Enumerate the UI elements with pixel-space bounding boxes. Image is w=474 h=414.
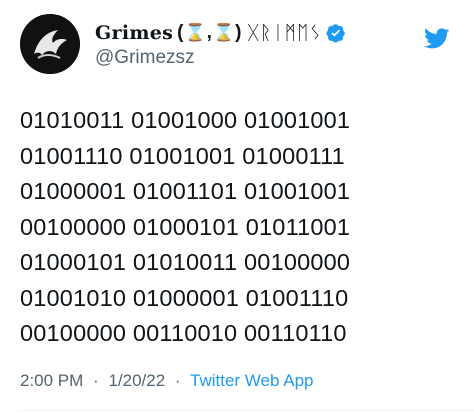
name-close-paren: ): [235, 22, 242, 43]
tweet-time[interactable]: 2:00 PM: [20, 371, 83, 390]
tweet-text: 01010011 01001000 01001001 01001110 0100…: [20, 103, 460, 352]
avatar[interactable]: [20, 14, 80, 74]
tweet-meta: 2:00 PM · 1/20/22 · Twitter Web App: [20, 371, 313, 391]
tweet-line: 00100000 00110010 00110110: [20, 320, 347, 346]
hourglass-emoji-icon: ⌛: [212, 23, 235, 42]
tweet-line: 01010011 01001000 01001001: [20, 107, 351, 133]
name-comma: ,: [206, 22, 212, 43]
display-name: Grimes: [95, 22, 174, 44]
display-name-runes: ᚷᚱᛁᛗᛖᛊ: [247, 22, 322, 44]
tweet-line: 00100000 01000101 01011001: [20, 213, 351, 240]
tweet-line: 01000101 01010011 00100000: [20, 249, 351, 275]
tweet-card: Grimes ( ⌛ , ⌛ ) ᚷᚱᛁᛗᛖᛊ @Grimezsz 010100…: [0, 0, 474, 414]
twitter-bird-icon[interactable]: [424, 28, 450, 50]
tweet-line: 01001010 01000001 01001110: [20, 284, 349, 311]
avatar-image: [20, 14, 80, 74]
author-handle[interactable]: @Grimezsz: [95, 47, 195, 69]
tweet-source-link[interactable]: Twitter Web App: [190, 371, 313, 390]
author-name-row[interactable]: Grimes ( ⌛ , ⌛ ) ᚷᚱᛁᛗᛖᛊ: [95, 22, 346, 44]
tweet-date[interactable]: 1/20/22: [108, 371, 165, 390]
hourglass-emoji-icon: ⌛: [184, 23, 206, 42]
tweet-line: 01001110 01001001 01000111: [20, 142, 345, 169]
verified-badge-icon: [326, 23, 346, 43]
meta-separator: ·: [93, 371, 99, 390]
tweet-line: 01000001 01001101 01001001: [20, 178, 351, 204]
divider: [20, 410, 474, 411]
name-open-paren: (: [177, 22, 184, 43]
meta-separator: ·: [174, 371, 181, 390]
